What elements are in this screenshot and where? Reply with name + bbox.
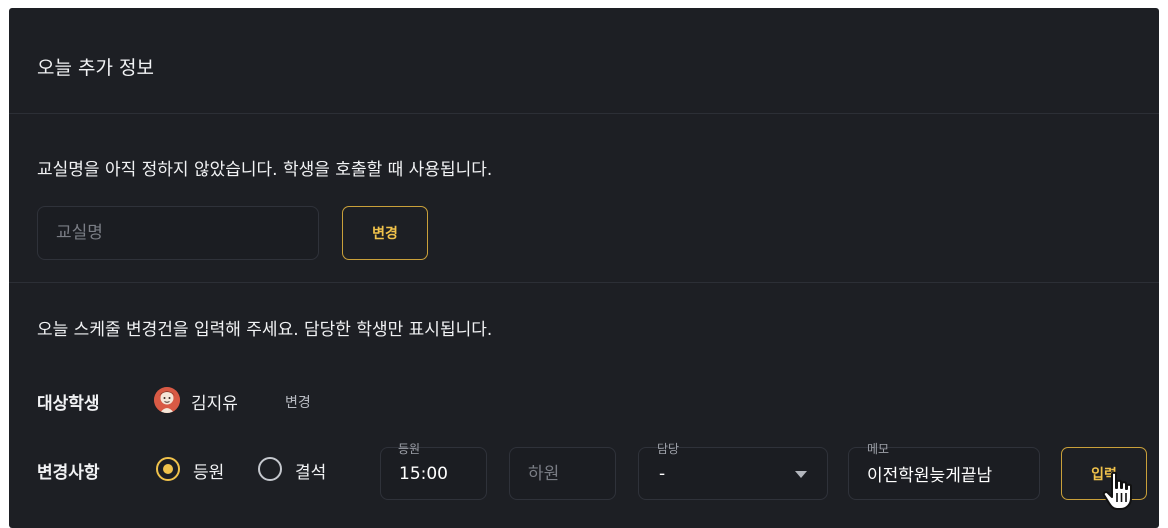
extra-info-panel: 오늘 추가 정보 교실명을 아직 정하지 않았습니다. 학생을 호출할 때 사용… [9,8,1159,528]
schedule-section: 오늘 스케줄 변경건을 입력해 주세요. 담당한 학생만 표시됩니다. 대상학생… [9,283,1159,528]
memo-label: 메모 [867,442,890,456]
panel-header: 오늘 추가 정보 [9,8,1159,114]
radio-selected-icon[interactable] [156,457,180,481]
radio-absent-label[interactable]: 결석 [295,458,326,483]
attend-time-label: 등원 [398,442,421,456]
student-avatar [154,387,180,413]
attend-time-input[interactable] [381,448,486,499]
classroom-description: 교실명을 아직 정하지 않았습니다. 학생을 호출할 때 사용됩니다. [37,160,493,180]
avatar-illustration [154,387,180,413]
student-change-link[interactable]: 변경 [285,392,311,412]
schedule-description: 오늘 스케줄 변경건을 입력해 주세요. 담당한 학생만 표시됩니다. [37,320,493,340]
attend-time-field[interactable] [380,447,487,500]
page-title: 오늘 추가 정보 [37,57,154,79]
radio-unselected-icon[interactable] [258,457,282,481]
change-type-label: 변경사항 [37,463,100,483]
chevron-down-icon [795,471,807,478]
classroom-input[interactable] [38,207,318,259]
leave-time-input[interactable] [510,448,615,499]
classroom-section: 교실명을 아직 정하지 않았습니다. 학생을 호출할 때 사용됩니다. 변경 [9,114,1159,283]
classroom-field[interactable] [37,206,319,260]
classroom-change-button[interactable]: 변경 [342,206,428,260]
leave-time-field[interactable] [509,447,616,500]
teacher-label: 담당 [657,442,680,456]
hand-pointer-cursor-icon [1102,471,1132,510]
radio-attend-label[interactable]: 등원 [193,458,224,483]
teacher-select-value: - [659,464,666,484]
student-name: 김지유 [191,394,238,414]
target-student-label: 대상학생 [37,394,100,414]
